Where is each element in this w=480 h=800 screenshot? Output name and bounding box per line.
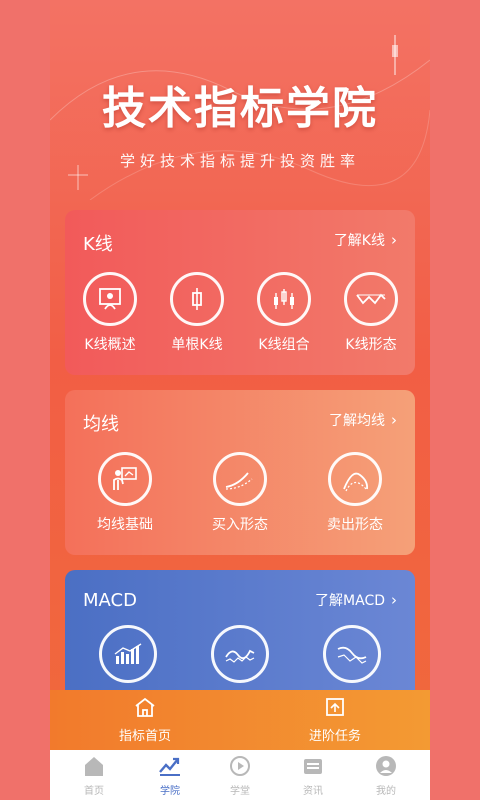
buy-pattern-item[interactable]: 买入形态 xyxy=(195,452,285,534)
learn-k-line-link[interactable]: 了解K线 › xyxy=(334,230,397,250)
candle-combo-icon xyxy=(257,272,311,326)
trend-icon xyxy=(159,757,180,776)
tab-home-label: 首页 xyxy=(84,786,104,797)
chevron-right-icon: › xyxy=(391,231,397,249)
tab-classroom-label: 学堂 xyxy=(230,786,250,797)
moving-average-card-title: 均线 xyxy=(83,414,119,435)
k-line-pattern-label: K线形态 xyxy=(345,337,397,353)
macd-histogram-icon xyxy=(323,625,381,683)
presenter-icon xyxy=(98,452,152,506)
tab-news-label: 资讯 xyxy=(303,786,323,797)
sell-pattern-item[interactable]: 卖出形态 xyxy=(310,452,400,534)
macd-wave-icon xyxy=(211,625,269,683)
moving-average-card: 均线 了解均线 › 均线基础 买入形态 卖出形态 xyxy=(65,390,415,555)
indicator-home-button[interactable]: 指标首页 xyxy=(50,696,240,744)
news-icon xyxy=(304,759,322,774)
macd-card-title: MACD xyxy=(83,590,137,611)
k-line-card: K线 了解K线 › K线概述 单根K线 K线组合 K线形态 xyxy=(65,210,415,375)
tab-academy[interactable]: 学院 xyxy=(132,754,208,797)
advanced-tasks-label: 进阶任务 xyxy=(308,729,361,744)
tab-news[interactable]: 资讯 xyxy=(275,754,351,797)
task-upload-icon xyxy=(326,698,344,716)
macd-item-3[interactable] xyxy=(307,625,397,683)
macd-bar-chart-icon xyxy=(99,625,157,683)
learn-k-line-label: 了解K线 xyxy=(333,233,385,249)
teacher-board-icon xyxy=(83,272,137,326)
page-subtitle: 学好技术指标提升投资胜率 xyxy=(119,152,360,170)
tab-classroom[interactable]: 学堂 xyxy=(202,754,278,797)
single-k-line-label: 单根K线 xyxy=(171,337,223,353)
k-line-combo-item[interactable]: K线组合 xyxy=(239,272,329,354)
macd-item-1[interactable] xyxy=(83,625,173,683)
app-screen: 技术指标学院 学好技术指标提升投资胜率 K线 了解K线 › K线概述 单根K线 K… xyxy=(50,0,430,800)
macd-card: MACD 了解MACD › xyxy=(65,570,415,710)
learn-macd-label: 了解MACD xyxy=(315,593,385,609)
tab-academy-label: 学院 xyxy=(160,786,180,797)
candle-pattern-icon xyxy=(344,272,398,326)
chevron-right-icon: › xyxy=(391,591,397,609)
advanced-tasks-button[interactable]: 进阶任务 xyxy=(240,696,430,744)
page-title: 技术指标学院 xyxy=(102,83,378,134)
tab-profile[interactable]: 我的 xyxy=(348,754,424,797)
k-line-overview-item[interactable]: K线概述 xyxy=(65,272,155,354)
learn-macd-link[interactable]: 了解MACD › xyxy=(315,590,397,610)
indicator-home-label: 指标首页 xyxy=(118,729,171,744)
chevron-right-icon: › xyxy=(391,411,397,429)
profile-icon xyxy=(376,756,396,776)
macd-item-2[interactable] xyxy=(195,625,285,683)
buy-pattern-label: 买入形态 xyxy=(212,517,268,533)
single-k-line-item[interactable]: 单根K线 xyxy=(152,272,242,354)
k-line-combo-label: K线组合 xyxy=(258,337,310,353)
tab-home[interactable]: 首页 xyxy=(56,754,132,797)
tab-profile-label: 我的 xyxy=(376,786,396,797)
home-outline-icon xyxy=(135,697,155,717)
tab-bar: 首页 学院 学堂 资讯 我的 xyxy=(50,750,430,800)
ma-basics-item[interactable]: 均线基础 xyxy=(80,452,170,534)
k-line-pattern-item[interactable]: K线形态 xyxy=(326,272,416,354)
k-line-card-title: K线 xyxy=(83,234,113,255)
k-line-overview-label: K线概述 xyxy=(84,337,136,353)
single-candle-icon xyxy=(170,272,224,326)
play-icon xyxy=(230,756,250,776)
learn-moving-average-link[interactable]: 了解均线 › xyxy=(329,410,397,430)
sell-pattern-icon xyxy=(328,452,382,506)
sell-pattern-label: 卖出形态 xyxy=(327,517,383,533)
home-icon xyxy=(85,757,103,776)
bottom-action-bar: 指标首页 进阶任务 xyxy=(50,690,430,750)
ma-basics-label: 均线基础 xyxy=(97,517,153,533)
buy-pattern-icon xyxy=(213,452,267,506)
learn-moving-average-label: 了解均线 xyxy=(329,413,385,429)
